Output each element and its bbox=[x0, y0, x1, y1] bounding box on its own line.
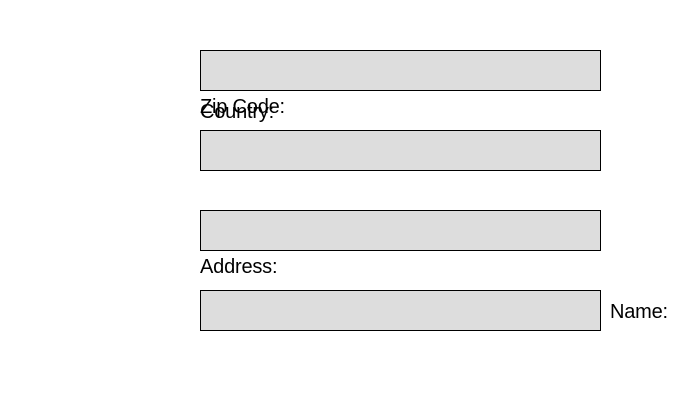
address-label: Address: bbox=[200, 256, 278, 278]
field-input-1[interactable] bbox=[200, 50, 601, 91]
country-label: Country: bbox=[200, 101, 274, 123]
field-input-2[interactable] bbox=[200, 130, 601, 171]
field-input-3[interactable] bbox=[200, 210, 601, 251]
field-input-4[interactable] bbox=[200, 290, 601, 331]
name-label: Name: bbox=[610, 301, 668, 323]
